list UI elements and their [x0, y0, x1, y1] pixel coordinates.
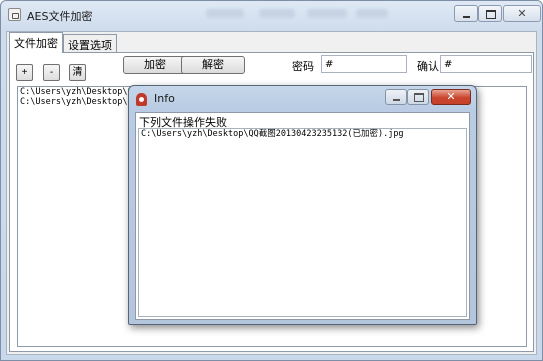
close-icon: ✕ [517, 7, 527, 20]
app-icon [136, 93, 147, 106]
failed-file-list[interactable]: C:\Users\yzh\Desktop\QQ截图20130423235132(… [138, 128, 467, 317]
close-icon: ✕ [446, 90, 456, 103]
password-label: 密码 [292, 60, 314, 73]
blurred-title-decoration [259, 9, 295, 18]
dialog-close-button[interactable]: ✕ [431, 89, 471, 105]
clear-list-button[interactable]: 清 [69, 64, 86, 81]
blurred-title-decoration [307, 9, 347, 18]
encrypt-button[interactable]: 加密 [123, 56, 187, 74]
confirm-password-input[interactable] [440, 55, 532, 73]
app-icon [8, 8, 21, 21]
dialog-minimize-button[interactable] [385, 89, 407, 105]
confirm-label: 确认 [417, 60, 439, 73]
password-input[interactable] [321, 55, 407, 73]
dialog-client-area: 下列文件操作失败 C:\Users\yzh\Desktop\QQ截图201304… [135, 112, 470, 320]
minimize-button[interactable] [454, 5, 478, 22]
tab-file-encrypt[interactable]: 文件加密 [9, 32, 63, 53]
window-title: AES文件加密 [27, 10, 93, 23]
dialog-title: Info [154, 92, 175, 105]
remove-file-button[interactable]: - [43, 64, 60, 81]
list-item[interactable]: C:\Users\yzh\Desktop\QQ截图20130423235132(… [139, 129, 466, 140]
add-file-button[interactable]: + [16, 64, 33, 81]
blurred-title-decoration [206, 9, 244, 18]
tab-settings[interactable]: 设置选项 [63, 34, 117, 52]
decrypt-button[interactable]: 解密 [181, 56, 245, 74]
close-button[interactable]: ✕ [503, 5, 541, 22]
title-bar[interactable]: AES文件加密 ✕ [1, 1, 542, 29]
maximize-button[interactable] [478, 5, 502, 22]
blurred-title-decoration [356, 9, 388, 18]
dialog-maximize-button[interactable] [407, 89, 429, 105]
info-dialog: Info ✕ 下列文件操作失败 C:\Users\yzh\Desktop\QQ截… [128, 85, 477, 325]
